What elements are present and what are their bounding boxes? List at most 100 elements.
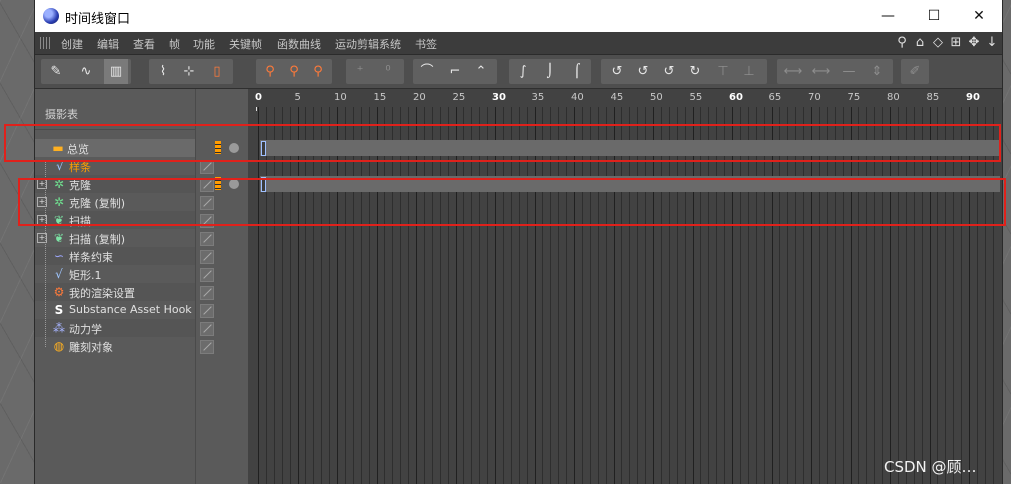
value-group: ⁺ ⁰	[346, 59, 404, 84]
frame-grid-line	[368, 107, 370, 484]
search-icon[interactable]: ⚲	[895, 35, 909, 51]
lock-value-icon[interactable]: ⟷	[809, 59, 833, 84]
close-button[interactable]: ✕	[956, 0, 1002, 32]
mute-toggle-icon[interactable]	[200, 286, 214, 300]
frame-tick-label: 5	[294, 92, 301, 103]
keyframe[interactable]	[261, 141, 266, 156]
current-frame-marker[interactable]	[256, 107, 257, 111]
summary-track[interactable]	[260, 140, 1000, 156]
row-label: 样条	[69, 161, 91, 174]
tangent-group: ↺ ↺ ↺ ↻ ⊤ ⊥	[601, 59, 767, 84]
frame-grid-line	[510, 107, 512, 484]
cloner-track[interactable]	[260, 176, 1000, 192]
mute-toggle-icon[interactable]	[200, 160, 214, 174]
motion-mode-icon[interactable]: ▥	[104, 59, 128, 84]
tangent-zero-icon[interactable]: ⊤	[711, 59, 735, 84]
menu-view[interactable]: 查看	[133, 36, 155, 52]
mute-toggle-icon[interactable]	[200, 196, 214, 210]
solo-toggle-icon[interactable]	[229, 143, 239, 153]
frame-tick-label: 90	[966, 92, 980, 103]
frame-tick-label: 40	[571, 92, 584, 103]
maximize-button[interactable]: ☐	[911, 0, 957, 32]
title-bar[interactable]: 时间线窗口 — ☐ ✕	[35, 0, 1002, 32]
frame-grid-line	[305, 107, 307, 484]
mute-toggle-icon[interactable]	[200, 250, 214, 264]
menu-motion-system[interactable]: 运动剪辑系统	[335, 36, 401, 52]
dope-sheet-mode-icon[interactable]: ✎	[44, 59, 68, 84]
spline-interp-icon[interactable]: ⌒	[415, 59, 439, 84]
toolbar: ✎ ∿ ▥ ⌇ ⊹ ▯ ⚲ ⚲ ⚲ ⁺ ⁰ ⌒ ⌐ ⌃ ∫ ⌡ ⌠ ↺ ↺ ↺ …	[35, 55, 1002, 89]
frame-grid-line	[811, 107, 812, 484]
record-view-icon[interactable]: ▯	[205, 59, 229, 84]
frame-grid-line	[953, 107, 955, 484]
linear-interp-icon[interactable]: ⌃	[469, 59, 493, 84]
ease-out-icon[interactable]: ⌠	[565, 59, 589, 84]
frame-ruler[interactable]: 0 5 10 15 20 25 30 35 40 45 50 55 60 65 70 75 80 85 90	[248, 89, 1002, 107]
fit-icon[interactable]: ⊞	[949, 35, 963, 51]
menu-keys[interactable]: 关键帧	[229, 36, 262, 52]
remove-key-icon[interactable]: ⚲	[306, 59, 330, 84]
row-label: 扫描 (复制)	[69, 233, 126, 246]
home-icon[interactable]: ⌂	[913, 35, 927, 51]
mute-toggle-icon[interactable]	[200, 214, 214, 228]
frame-grid-line	[542, 107, 544, 484]
move-icon[interactable]: ✥	[967, 35, 981, 51]
tangent-auto-icon[interactable]: ↺	[605, 59, 629, 84]
menu-functions[interactable]: 功能	[193, 36, 215, 52]
frame-grid-line	[913, 107, 915, 484]
timeline-window: 时间线窗口 — ☐ ✕ 创建 编辑 查看 帧 功能 关键帧 函数曲线 运动剪辑系…	[4, 0, 1006, 484]
solo-toggle-icon[interactable]	[229, 179, 239, 189]
tangent-lock-icon[interactable]: ↻	[683, 59, 707, 84]
menu-frame[interactable]: 帧	[169, 36, 180, 52]
timeline-area[interactable]: 0 5 10 15 20 25 30 35 40 45 50 55 60 65 70 75 80 85 90	[248, 89, 1002, 484]
minimize-button[interactable]: —	[865, 0, 911, 32]
frame-grid-line	[724, 107, 726, 484]
pin-icon[interactable]: ✐	[903, 59, 927, 84]
fcurve-mode-icon[interactable]: ∿	[74, 59, 98, 84]
menu-bookmarks[interactable]: 书签	[415, 36, 437, 52]
zero-value-icon[interactable]: ⁺	[348, 59, 372, 84]
lock-length-icon[interactable]: ⇕	[865, 59, 889, 84]
tree-connector	[45, 161, 46, 347]
down-arrow-icon[interactable]: ↓	[985, 35, 999, 51]
lock-time-icon[interactable]: ⟷	[781, 59, 805, 84]
frame-grid-line	[400, 107, 402, 484]
orbit-icon[interactable]: ◇	[931, 35, 945, 51]
rectangle-spline-icon: √	[55, 267, 63, 281]
mute-toggle-icon[interactable]	[200, 322, 214, 336]
add-keys-icon[interactable]: ⚲	[282, 59, 306, 84]
add-key-icon[interactable]: ⚲	[258, 59, 282, 84]
key-add-group: ⚲ ⚲ ⚲	[256, 59, 332, 84]
key-view-icon[interactable]: ⊹	[177, 59, 201, 84]
zero-length-icon[interactable]: ⁰	[376, 59, 400, 84]
menu-fcurve[interactable]: 函数曲线	[277, 36, 321, 52]
mute-toggle-icon[interactable]	[200, 340, 214, 354]
keyframe[interactable]	[261, 177, 266, 192]
lock-tangent-icon[interactable]: —	[837, 59, 861, 84]
frame-grid-line	[739, 107, 741, 484]
frame-grid-line	[842, 107, 844, 484]
fcurve-view-icon[interactable]: ⌇	[151, 59, 175, 84]
mute-toggle-icon[interactable]	[200, 232, 214, 246]
tangent-clamp-icon[interactable]: ↺	[631, 59, 655, 84]
ease-in-out-icon[interactable]: ∫	[511, 59, 535, 84]
mute-toggle-icon[interactable]	[200, 268, 214, 282]
frame-grid-line	[905, 107, 907, 484]
frame-grid-line	[850, 107, 852, 484]
mute-toggle-icon[interactable]	[200, 304, 214, 318]
frame-grid-line	[834, 107, 836, 484]
frame-grid-line	[969, 107, 970, 484]
cinema4d-logo-icon	[43, 8, 59, 24]
grip-handle-icon[interactable]	[40, 37, 52, 49]
tangent-break-icon[interactable]: ↺	[657, 59, 681, 84]
frame-grid-line	[984, 107, 986, 484]
step-interp-icon[interactable]: ⌐	[443, 59, 467, 84]
menu-create[interactable]: 创建	[61, 36, 83, 52]
mute-toggle-icon[interactable]	[200, 178, 214, 192]
substance-icon: S	[54, 303, 64, 317]
ease-in-icon[interactable]: ⌡	[538, 59, 562, 84]
menu-edit[interactable]: 编辑	[97, 36, 119, 52]
tangent-weight-icon[interactable]: ⊥	[737, 59, 761, 84]
frame-grid-line	[890, 107, 891, 484]
row-label: 雕刻对象	[69, 341, 113, 354]
